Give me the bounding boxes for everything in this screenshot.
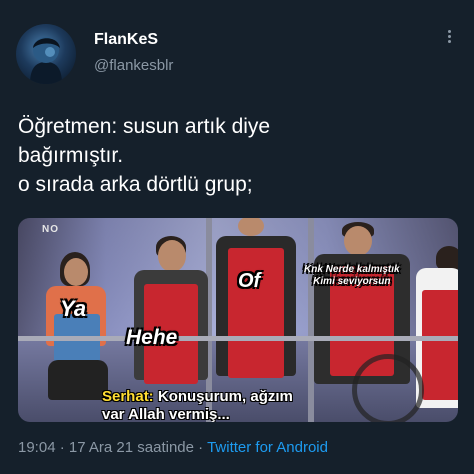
tweet-line: bağırmıştır.	[18, 144, 124, 167]
avatar[interactable]	[16, 24, 76, 84]
corner-mark: NO	[42, 224, 59, 235]
user-names: FlanKeS @flankesblr	[94, 30, 173, 76]
tweet-text: Öğretmen: susun artık diye bağırmıştır. …	[18, 112, 458, 199]
display-name[interactable]: FlanKeS	[94, 30, 173, 50]
tweet-line: o sırada arka dörtlü grup;	[18, 173, 253, 196]
tweet-line: Öğretmen: susun artık diye	[18, 115, 271, 138]
caption-of: Of	[238, 270, 261, 292]
tweet-source-link[interactable]: Twitter for Android	[207, 439, 328, 456]
tweet-header: FlanKeS @flankesblr	[16, 22, 458, 86]
tweet-media-image[interactable]: NO Ya Hehe Of Knk Nerde kalmıştık Kimi s…	[18, 218, 458, 422]
subtitle-line1: Konuşurum, ağzım	[157, 388, 293, 405]
subtitle-speaker: Serhat:	[102, 388, 154, 405]
meta-separator: ·	[59, 439, 65, 456]
caption-hehe: Hehe	[126, 326, 178, 349]
caption-ya: Ya	[60, 296, 87, 321]
more-options-icon[interactable]	[444, 28, 454, 48]
tweet-date[interactable]: 17 Ara 21 saatinde	[69, 439, 194, 456]
caption-knk-line1: Knk Nerde kalmıştık	[304, 264, 400, 275]
tweet-meta: 19:04 · 17 Ara 21 saatinde · Twitter for…	[18, 438, 328, 458]
caption-knk: Knk Nerde kalmıştık Kimi seviyorsun	[304, 264, 400, 288]
caption-knk-line2: Kimi seviyorsun	[313, 276, 391, 287]
rail	[18, 336, 458, 341]
meta-separator: ·	[198, 439, 204, 456]
user-handle[interactable]: @flankesblr	[94, 56, 173, 76]
video-subtitle: Serhat: Konuşurum, ağzım var Allah vermi…	[102, 388, 402, 422]
tweet-time[interactable]: 19:04	[18, 439, 56, 456]
subtitle-line2: var Allah vermiş...	[102, 406, 230, 422]
